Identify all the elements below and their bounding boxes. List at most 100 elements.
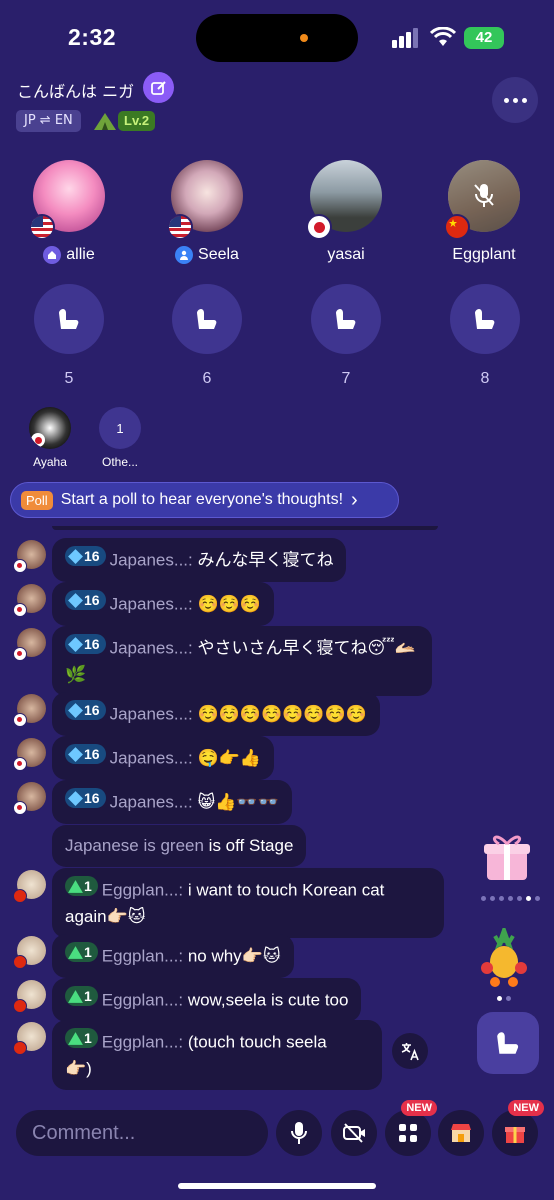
more-button[interactable]	[492, 77, 538, 123]
chat-message[interactable]: 16 Japanes...: ☺️☺️☺️☺️☺️☺️☺️☺️	[52, 692, 380, 736]
chat-username: Japanes...:	[109, 594, 193, 614]
comment-input[interactable]: Comment...	[16, 1110, 268, 1156]
chat-text: (touch touch seela	[187, 1032, 327, 1052]
apps-button[interactable]: NEW	[385, 1100, 437, 1156]
chat-text: 🤤👉👍	[197, 748, 261, 768]
language-badge[interactable]: JP ⇌ EN	[16, 110, 81, 132]
avatar	[13, 782, 46, 815]
gift-icon	[505, 1127, 525, 1143]
avatar	[13, 870, 46, 903]
chat-text: みんな早く寝てね	[197, 550, 334, 570]
translate-button[interactable]	[392, 1033, 428, 1069]
audience-name: Othe...	[101, 455, 139, 469]
gift-button[interactable]: NEW	[492, 1100, 544, 1156]
chat-message[interactable]: 16 Japanes...: 🤤👉👍	[52, 736, 274, 780]
shop-button[interactable]	[438, 1110, 484, 1156]
china-flag-icon	[444, 214, 470, 240]
audience-others[interactable]: 1 Othe...	[90, 407, 150, 469]
chat-username: Japanes...:	[109, 748, 193, 768]
chat-text: ☺️☺️☺️	[197, 594, 261, 614]
shop-icon	[451, 1124, 471, 1142]
speaker-eggplant[interactable]: Eggplant	[429, 160, 539, 264]
seat-icon	[497, 1032, 519, 1054]
chat-text: ☺️☺️☺️☺️☺️☺️☺️☺️	[197, 704, 367, 724]
chat-message[interactable]: 16 Japanes...: みんな早く寝てね	[52, 538, 347, 582]
level-badge: 16	[65, 546, 106, 566]
pencil-icon	[150, 80, 166, 95]
triangle-icon	[68, 1031, 83, 1045]
diamond-icon	[68, 592, 83, 608]
chat-divider	[52, 526, 438, 530]
avatar	[13, 628, 46, 661]
tent-icon	[94, 113, 116, 130]
gift-promo[interactable]	[477, 826, 537, 890]
seat-icon	[475, 309, 495, 329]
chat-text: 😸👍👓👓	[197, 792, 279, 812]
triangle-icon	[68, 945, 83, 959]
dynamic-island	[196, 14, 358, 62]
seat-7[interactable]	[311, 284, 381, 354]
chat-username: Japanes...:	[109, 704, 193, 724]
seat-8[interactable]	[450, 284, 520, 354]
avatar	[13, 694, 46, 727]
battery-indicator: 42	[464, 27, 504, 49]
chat-message[interactable]: 1 Eggplan...: (touch touch seela 👉🏻)	[52, 1020, 382, 1090]
wifi-icon	[430, 27, 456, 46]
chat-message[interactable]: 16 Japanes...: やさいさん早く寝てね😴🫴🏻 🌿	[52, 626, 432, 696]
camera-off-icon	[343, 1123, 365, 1143]
pineapple-promo[interactable]	[475, 924, 533, 990]
mic-button[interactable]	[276, 1110, 322, 1156]
us-flag-icon	[167, 214, 193, 240]
speaker-seela[interactable]: Seela	[152, 160, 262, 264]
member-icon	[175, 246, 194, 264]
seat-5[interactable]	[34, 284, 104, 354]
seat-number: 6	[202, 370, 212, 387]
level-badge: 1	[65, 1028, 98, 1048]
host-icon	[43, 246, 62, 264]
avatar	[444, 160, 520, 240]
gift-box-icon	[484, 835, 530, 880]
avatar	[13, 540, 46, 573]
chat-message[interactable]: 1 Eggplan...: wow,seela is cute too	[52, 978, 362, 1022]
chat-message[interactable]: 1 Eggplan...: i want to touch Korean cat a…	[52, 868, 444, 938]
avatar	[13, 980, 46, 1013]
chat-message[interactable]: 1 Eggplan...: no why👉🏻🐱	[52, 934, 294, 978]
level-badge: 16	[65, 788, 106, 808]
chat-text: no why👉🏻🐱	[187, 946, 281, 966]
diamond-icon	[68, 702, 83, 718]
room-title: こんばんは ニガ	[17, 82, 135, 101]
speaker-name: Eggplant	[452, 246, 516, 263]
avatar	[13, 936, 46, 969]
chat-message[interactable]: 16 Japanes...: 😸👍👓👓	[52, 780, 292, 824]
speaker-yasai[interactable]: yasai	[291, 160, 401, 264]
level-text: Lv.2	[118, 111, 156, 131]
level-badge: Lv.2	[92, 110, 156, 132]
audience-ayaha[interactable]: Ayaha	[20, 407, 80, 469]
system-username: Japanese is green	[65, 836, 204, 855]
seat-6[interactable]	[172, 284, 242, 354]
audience-name: Ayaha	[33, 455, 67, 469]
chat-message[interactable]: 16 Japanes...: ☺️☺️☺️	[52, 582, 274, 626]
status-time: 2:32	[68, 24, 117, 50]
japan-flag-icon	[306, 214, 332, 240]
diamond-icon	[68, 746, 83, 762]
chat-text: wow,seela is cute too	[187, 990, 349, 1010]
take-seat-button[interactable]	[477, 1012, 539, 1074]
speaker-name: allie	[66, 246, 95, 263]
us-flag-icon	[29, 214, 55, 240]
camera-off-button[interactable]	[331, 1110, 377, 1156]
diamond-icon	[68, 790, 83, 806]
triangle-icon	[68, 989, 83, 1003]
seat-icon	[59, 309, 79, 329]
new-badge: NEW	[508, 1100, 544, 1116]
speaker-allie[interactable]: allie	[14, 160, 124, 264]
level-badge: 1	[65, 876, 98, 896]
triangle-icon	[68, 879, 83, 893]
edit-title-button[interactable]	[143, 72, 174, 103]
mic-muted-icon	[474, 184, 494, 207]
carousel-dots	[497, 996, 511, 1001]
chat-text: again👉🏻🐱	[65, 906, 146, 926]
apps-icon	[399, 1124, 417, 1142]
poll-banner[interactable]: Poll Start a poll to hear everyone's tho…	[10, 482, 399, 518]
signal-icon	[392, 28, 418, 48]
